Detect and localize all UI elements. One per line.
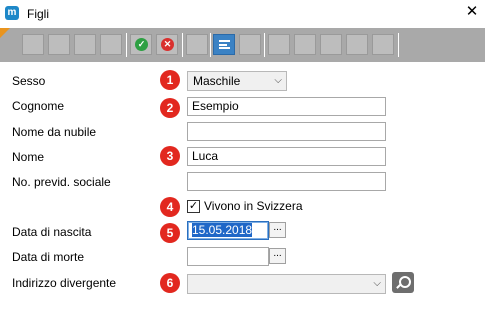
nome-label: Nome [12, 150, 45, 164]
app-logo-icon: m [5, 6, 19, 20]
vivono-checkbox[interactable]: ✓ [187, 200, 200, 213]
cancel-x-icon: ✕ [161, 38, 174, 51]
toolbar-separator [398, 33, 399, 57]
cancel-button[interactable]: ✕ [156, 34, 178, 55]
list-icon [219, 40, 230, 49]
step-badge-5: 5 [160, 223, 180, 243]
toolbar-separator [210, 33, 211, 57]
nome-nubile-field[interactable] [187, 122, 386, 141]
toolbar: ✓ ✕ [0, 28, 485, 62]
nascita-field[interactable]: 15.05.2018 [187, 221, 269, 240]
toolbar-button-11[interactable] [294, 34, 316, 55]
previd-field[interactable] [187, 172, 386, 191]
morte-field[interactable] [187, 247, 269, 266]
title-bar: m Figli ✕ [0, 0, 485, 28]
toolbar-button-3[interactable] [74, 34, 96, 55]
step-badge-6: 6 [160, 273, 180, 293]
nascita-picker-button[interactable]: ... [269, 222, 286, 238]
nome-nubile-label: Nome da nubile [12, 125, 97, 139]
indirizzo-select[interactable]: ⌵ [187, 274, 386, 294]
toolbar-button-9[interactable] [239, 34, 261, 55]
vivono-label: Vivono in Svizzera [204, 199, 303, 213]
nascita-value: 15.05.2018 [192, 223, 253, 237]
toolbar-separator [126, 33, 127, 57]
step-badge-2: 2 [160, 98, 180, 118]
chevron-down-icon: ⌵ [274, 75, 282, 86]
sesso-label: Sesso [12, 74, 46, 88]
close-icon[interactable]: ✕ [463, 3, 481, 21]
search-icon [399, 276, 411, 288]
toolbar-separator [182, 33, 183, 57]
nome-field[interactable]: Luca [187, 147, 386, 166]
window-title: Figli [27, 7, 50, 21]
cognome-field[interactable]: Esempio [187, 97, 386, 116]
confirm-button[interactable]: ✓ [130, 34, 152, 55]
sesso-select[interactable]: Maschile ⌵ [187, 71, 287, 91]
toolbar-button-10[interactable] [268, 34, 290, 55]
check-icon: ✓ [135, 38, 148, 51]
toolbar-button-13[interactable] [346, 34, 368, 55]
toolbar-button-14[interactable] [372, 34, 394, 55]
morte-picker-button[interactable]: ... [269, 248, 286, 264]
search-button[interactable] [392, 272, 414, 293]
toolbar-button-1[interactable] [22, 34, 44, 55]
toolbar-button-7[interactable] [186, 34, 208, 55]
corner-marker [0, 28, 10, 38]
cognome-label: Cognome [12, 99, 65, 113]
step-badge-4: 4 [160, 197, 180, 217]
list-view-button[interactable] [213, 34, 235, 55]
previd-label: No. previd. sociale [12, 175, 111, 189]
toolbar-button-12[interactable] [320, 34, 342, 55]
indirizzo-label: Indirizzo divergente [12, 276, 117, 290]
nascita-label: Data di nascita [12, 225, 92, 239]
step-badge-1: 1 [160, 70, 180, 90]
chevron-down-icon: ⌵ [373, 278, 381, 289]
toolbar-button-2[interactable] [48, 34, 70, 55]
step-badge-3: 3 [160, 146, 180, 166]
toolbar-button-4[interactable] [100, 34, 122, 55]
toolbar-separator [264, 33, 265, 57]
sesso-value: Maschile [193, 74, 241, 88]
morte-label: Data di morte [12, 250, 85, 264]
